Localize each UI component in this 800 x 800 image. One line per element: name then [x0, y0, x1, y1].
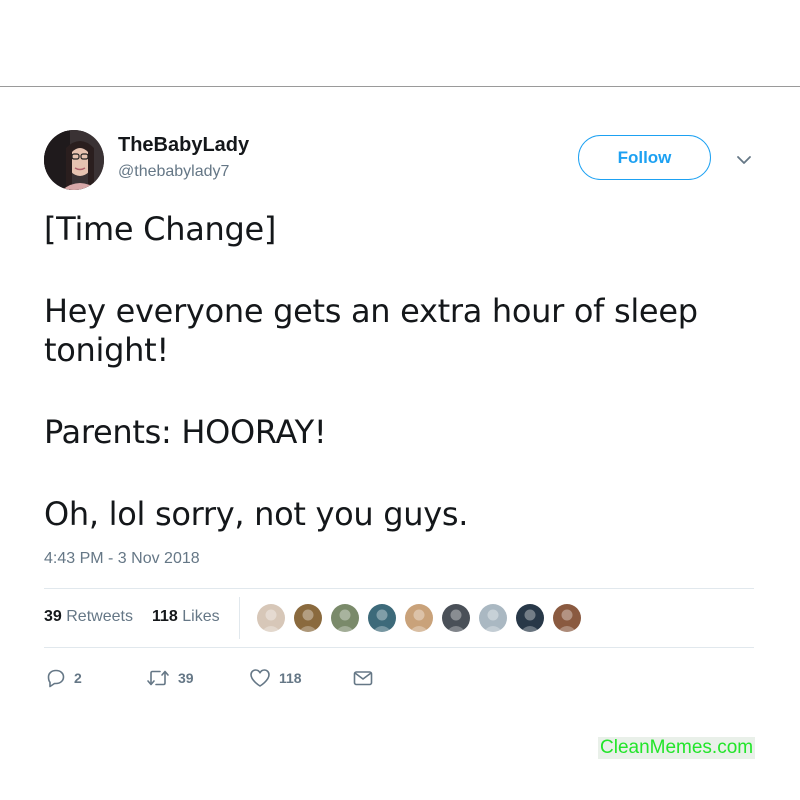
liker-avatar[interactable]	[551, 602, 583, 634]
likes-count: 118	[152, 608, 178, 625]
liker-avatar[interactable]	[440, 602, 472, 634]
retweet-button[interactable]: 39	[146, 667, 194, 689]
liker-avatar[interactable]	[292, 602, 324, 634]
stats-top-divider	[44, 588, 754, 589]
likes-label: Likes	[182, 608, 220, 625]
liker-avatar[interactable]	[477, 602, 509, 634]
tweet-text-line: [Time Change]	[44, 210, 277, 248]
retweet-count: 39	[178, 670, 194, 686]
stats-bottom-divider	[44, 647, 754, 648]
author-avatar[interactable]	[44, 130, 104, 190]
likes-stat[interactable]: 118 Likes	[152, 608, 220, 626]
liker-avatar[interactable]	[329, 602, 361, 634]
retweet-icon	[147, 670, 169, 686]
liker-avatar[interactable]	[366, 602, 398, 634]
author-name[interactable]: TheBabyLady	[118, 134, 249, 157]
watermark: CleanMemes.com	[598, 737, 756, 759]
retweets-count: 39	[44, 608, 62, 625]
retweets-stat[interactable]: 39 Retweets	[44, 608, 133, 626]
reply-count: 2	[74, 670, 82, 686]
tweet-text-line: Oh, lol sorry, not you guys.	[44, 495, 469, 533]
follow-button[interactable]: Follow	[578, 135, 711, 180]
heart-icon	[250, 669, 270, 687]
liker-avatar[interactable]	[514, 602, 546, 634]
reply-icon	[47, 669, 65, 688]
chevron-down-icon[interactable]	[734, 150, 754, 170]
envelope-icon	[353, 671, 373, 686]
top-divider	[0, 86, 800, 87]
author-handle[interactable]: @thebabylady7	[118, 163, 229, 181]
like-count: 118	[279, 670, 302, 686]
tweet-timestamp[interactable]: 4:43 PM - 3 Nov 2018	[44, 550, 200, 568]
reply-button[interactable]: 2	[46, 667, 82, 689]
direct-message-button[interactable]	[352, 667, 374, 689]
tweet-text-line: Parents: HOORAY!	[44, 413, 327, 451]
tweet-text-line: Hey everyone gets an extra hour of sleep…	[44, 292, 698, 369]
retweets-label: Retweets	[66, 608, 133, 625]
stats-vertical-divider	[239, 597, 240, 639]
like-button[interactable]: 118	[249, 667, 302, 689]
liker-avatar[interactable]	[255, 602, 287, 634]
liker-avatar[interactable]	[403, 602, 435, 634]
